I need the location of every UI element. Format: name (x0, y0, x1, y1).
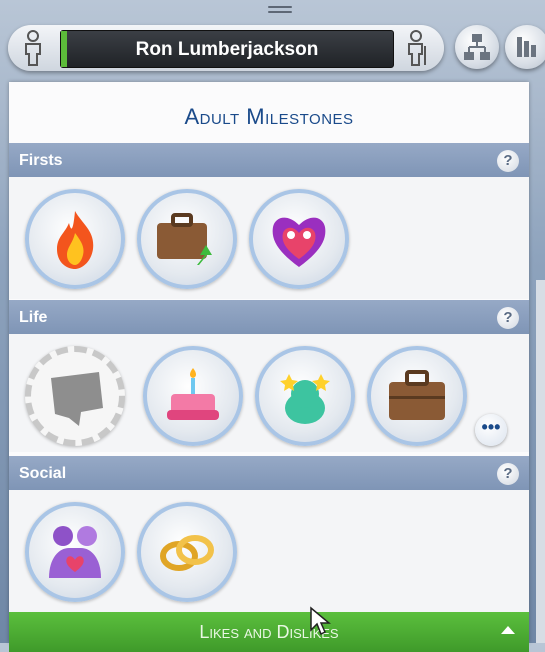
mouse-cursor-icon (310, 606, 331, 636)
section-body-life: ••• (9, 334, 529, 452)
adult-sim-icon (25, 30, 41, 66)
briefcase-icon (389, 370, 445, 420)
family-tree-icon (464, 34, 490, 60)
milestone-badge[interactable] (367, 346, 467, 446)
milestone-badge[interactable] (25, 502, 125, 602)
milestone-badge[interactable] (143, 346, 243, 446)
section-header-social: Social ? (9, 456, 529, 490)
chevron-up-icon (501, 626, 515, 634)
panel-title: Adult Milestones (184, 104, 354, 129)
stats-icon (517, 37, 536, 57)
wedding-rings-icon (160, 535, 214, 571)
milestone-badge[interactable] (137, 502, 237, 602)
sim-name-bar: Ron Lumberjackson (8, 25, 444, 71)
help-button[interactable]: ? (497, 150, 519, 172)
milestone-badge[interactable] (25, 189, 125, 289)
milestone-badge[interactable] (137, 189, 237, 289)
sim-name-field[interactable]: Ron Lumberjackson (60, 30, 394, 68)
section-header-life: Life ? (9, 300, 529, 334)
stats-button[interactable] (505, 25, 545, 69)
section-label: Life (19, 309, 48, 326)
section-header-firsts: Firsts ? (9, 143, 529, 177)
likes-and-dislikes-bar[interactable]: Likes and Dislikes (9, 612, 529, 652)
likes-and-dislikes-label: Likes and Dislikes (199, 622, 339, 642)
fire-icon (57, 211, 94, 269)
celebrity-stars-icon (280, 374, 330, 424)
milestones-panel: Adult Milestones Firsts ? Life ? ••• Soc… (9, 82, 529, 643)
adjacent-panel-edge (536, 280, 545, 643)
elder-sim-icon (408, 30, 426, 66)
heart-monster-icon (272, 217, 326, 267)
section-label: Social (19, 465, 67, 482)
milestone-badge[interactable] (249, 189, 349, 289)
help-button[interactable]: ? (497, 463, 519, 485)
locked-milestone-icon (51, 372, 103, 426)
section-body-firsts (9, 177, 529, 299)
sim-name: Ron Lumberjackson (135, 39, 319, 60)
drag-handle[interactable] (268, 6, 292, 16)
hugging-couple-icon (49, 526, 101, 578)
birthday-cake-icon (167, 368, 219, 420)
help-button[interactable]: ? (497, 307, 519, 329)
briefcase-promotion-icon (157, 213, 212, 265)
section-body-social (9, 490, 529, 614)
family-tree-button[interactable] (455, 25, 499, 69)
more-milestones-button[interactable]: ••• (475, 414, 507, 446)
section-label: Firsts (19, 152, 63, 169)
milestone-badge-locked[interactable] (25, 346, 125, 446)
milestone-badge[interactable] (255, 346, 355, 446)
